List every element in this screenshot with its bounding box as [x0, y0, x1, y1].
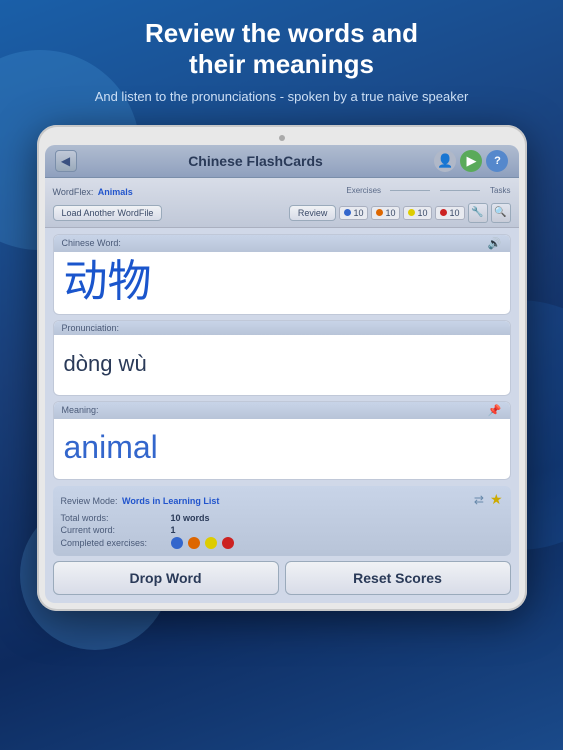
completed-label: Completed exercises: [61, 538, 171, 548]
ipad-frame: ◀ Chinese FlashCards 👤 ▶ ? WordFlex: Ani… [37, 125, 527, 611]
review-mode-info: Review Mode: Words in Learning List [61, 491, 220, 509]
speaker-icon[interactable]: 🔊 [488, 237, 502, 250]
meaning-card[interactable]: Meaning: 📌 animal [53, 401, 511, 480]
pronunciation-text: dòng wù [64, 351, 147, 377]
meaning-label: Meaning: [62, 405, 99, 415]
review-button[interactable]: Review [289, 205, 337, 221]
pronunciation-label-bar: Pronunciation: [54, 321, 510, 335]
score-red-value: 10 [449, 208, 459, 218]
search-icon[interactable]: 🔍 [491, 203, 511, 223]
chinese-word-label: Chinese Word: [62, 238, 121, 248]
review-mode-prefix: Review Mode: [61, 496, 118, 506]
play-icon-button[interactable]: ▶ [460, 150, 482, 172]
exercises-label: Exercises [346, 186, 381, 195]
shuffle-icon[interactable]: ⇄ [474, 493, 484, 507]
dot-orange [376, 209, 383, 216]
review-mode-value: Words in Learning List [122, 496, 219, 506]
header-title: Review the words and their meanings [30, 18, 533, 80]
back-button[interactable]: ◀ [55, 150, 77, 172]
wordfile-info: WordFlex: Animals [53, 182, 133, 200]
reset-scores-button[interactable]: Reset Scores [285, 561, 511, 595]
tasks-label: Tasks [490, 186, 510, 195]
pin-icon[interactable]: 📌 [488, 404, 502, 417]
review-mode-bar: Review Mode: Words in Learning List ⇄ ★ [61, 491, 503, 509]
load-wordfile-button[interactable]: Load Another WordFile [53, 205, 163, 221]
person-icon-button[interactable]: 👤 [434, 150, 456, 172]
current-word-label: Current word: [61, 525, 171, 535]
score-yellow-value: 10 [417, 208, 427, 218]
review-controls: Review 10 10 10 10 [289, 203, 511, 223]
chinese-word-card[interactable]: Chinese Word: 🔊 动物 [53, 234, 511, 315]
title-bar-icons: 👤 ▶ ? [434, 150, 508, 172]
header-section: Review the words and their meanings And … [0, 0, 563, 117]
ex-line-left [390, 190, 430, 191]
card-area: Chinese Word: 🔊 动物 Pronunciation: dòng w… [45, 228, 519, 486]
total-words-label: Total words: [61, 513, 171, 523]
circle-red [222, 537, 234, 549]
chinese-word-text: 动物 [64, 258, 152, 306]
score-orange-badge: 10 [371, 206, 400, 220]
circle-blue [171, 537, 183, 549]
camera-dot [279, 135, 285, 141]
meaning-text: animal [64, 429, 158, 466]
ex-line-right [440, 190, 480, 191]
info-section: Review Mode: Words in Learning List ⇄ ★ … [53, 486, 511, 556]
circle-orange [188, 537, 200, 549]
wordfile-name-label: Animals [98, 187, 133, 197]
dot-red [440, 209, 447, 216]
score-yellow-badge: 10 [403, 206, 432, 220]
app-title: Chinese FlashCards [188, 153, 323, 169]
toolbar: WordFlex: Animals Exercises Tasks Load A… [45, 178, 519, 228]
dot-blue [344, 209, 351, 216]
completed-row: Completed exercises: [61, 537, 503, 549]
settings-icon[interactable]: 🔧 [468, 203, 488, 223]
chinese-word-content: 动物 [54, 252, 510, 314]
meaning-label-bar: Meaning: 📌 [54, 402, 510, 419]
current-word-value: 1 [171, 525, 176, 535]
wordfile-prefix-label: WordFlex: [53, 187, 94, 197]
meaning-content: animal [54, 419, 510, 479]
pronunciation-content: dòng wù [54, 335, 510, 395]
chinese-label-bar: Chinese Word: 🔊 [54, 235, 510, 252]
score-blue-badge: 10 [339, 206, 368, 220]
score-orange-value: 10 [385, 208, 395, 218]
info-actions: ⇄ ★ [474, 491, 503, 508]
title-bar: ◀ Chinese FlashCards 👤 ▶ ? [45, 145, 519, 178]
help-icon-button[interactable]: ? [486, 150, 508, 172]
exercises-section: Exercises Tasks [346, 186, 510, 195]
circle-yellow [205, 537, 217, 549]
total-words-value: 10 words [171, 513, 210, 523]
drop-word-button[interactable]: Drop Word [53, 561, 279, 595]
header-subtitle: And listen to the pronunciations - spoke… [30, 88, 533, 106]
star-icon[interactable]: ★ [490, 491, 503, 508]
bottom-buttons: Drop Word Reset Scores [53, 561, 511, 595]
dot-yellow [408, 209, 415, 216]
current-word-row: Current word: 1 [61, 525, 503, 535]
score-red-badge: 10 [435, 206, 464, 220]
total-words-row: Total words: 10 words [61, 513, 503, 523]
score-blue-value: 10 [353, 208, 363, 218]
ipad-screen: ◀ Chinese FlashCards 👤 ▶ ? WordFlex: Ani… [45, 145, 519, 603]
pronunciation-label: Pronunciation: [62, 323, 120, 333]
pronunciation-card[interactable]: Pronunciation: dòng wù [53, 320, 511, 396]
exercise-circles [171, 537, 234, 549]
